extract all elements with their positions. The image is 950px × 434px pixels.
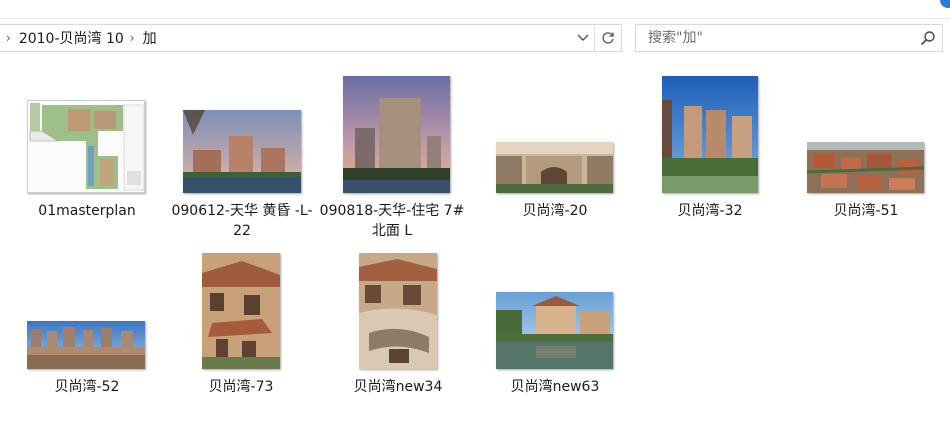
- file-thumbnail-towers-dusk[interactable]: [183, 110, 301, 193]
- breadcrumb-item-parent[interactable]: 2010-贝尚湾 10: [19, 28, 124, 48]
- file-label[interactable]: 090612-天华 黄昏 -L-22: [168, 201, 316, 241]
- file-label[interactable]: 贝尚湾-52: [13, 377, 161, 397]
- breadcrumb-item-current[interactable]: 加: [143, 28, 157, 48]
- file-thumbnail-site-plan[interactable]: [27, 100, 145, 193]
- file-label[interactable]: 01masterplan: [13, 201, 161, 221]
- search-box[interactable]: [635, 24, 943, 52]
- file-thumbnail-villa-water[interactable]: [496, 292, 613, 369]
- history-dropdown-icon[interactable]: [572, 31, 594, 45]
- file-thumbnail-towers-day[interactable]: [662, 76, 758, 193]
- file-label[interactable]: 贝尚湾-73: [167, 377, 315, 397]
- search-icon[interactable]: [914, 30, 942, 46]
- search-input[interactable]: [646, 29, 914, 47]
- address-bar[interactable]: › 2010-贝尚湾 10 › 加: [0, 24, 622, 52]
- breadcrumb-separator-icon[interactable]: ›: [6, 31, 11, 45]
- refresh-icon[interactable]: [594, 25, 621, 51]
- file-thumbnail-villa-courtyard[interactable]: [359, 253, 437, 369]
- file-label[interactable]: 贝尚湾new63: [481, 377, 629, 397]
- file-label[interactable]: 090818-天华-住宅 7#北面 L: [318, 201, 466, 241]
- file-thumbnail-aerial-villas[interactable]: [807, 142, 924, 193]
- file-label[interactable]: 贝尚湾-51: [792, 201, 940, 221]
- file-label[interactable]: 贝尚湾new34: [324, 377, 472, 397]
- chevron-up-icon[interactable]: ⌃: [920, 0, 928, 7]
- file-label[interactable]: 贝尚湾-32: [636, 201, 784, 221]
- file-thumbnail-tower-sunset[interactable]: [343, 76, 450, 193]
- file-label[interactable]: 贝尚湾-20: [481, 201, 629, 221]
- file-thumbnail-panorama[interactable]: [27, 321, 145, 369]
- help-icon[interactable]: [940, 0, 950, 8]
- breadcrumb-separator-icon[interactable]: ›: [130, 31, 135, 45]
- file-thumbnail-entrance[interactable]: [496, 142, 613, 193]
- title-bar: ⌃: [0, 0, 950, 19]
- file-thumbnail-villa-facade[interactable]: [202, 253, 280, 369]
